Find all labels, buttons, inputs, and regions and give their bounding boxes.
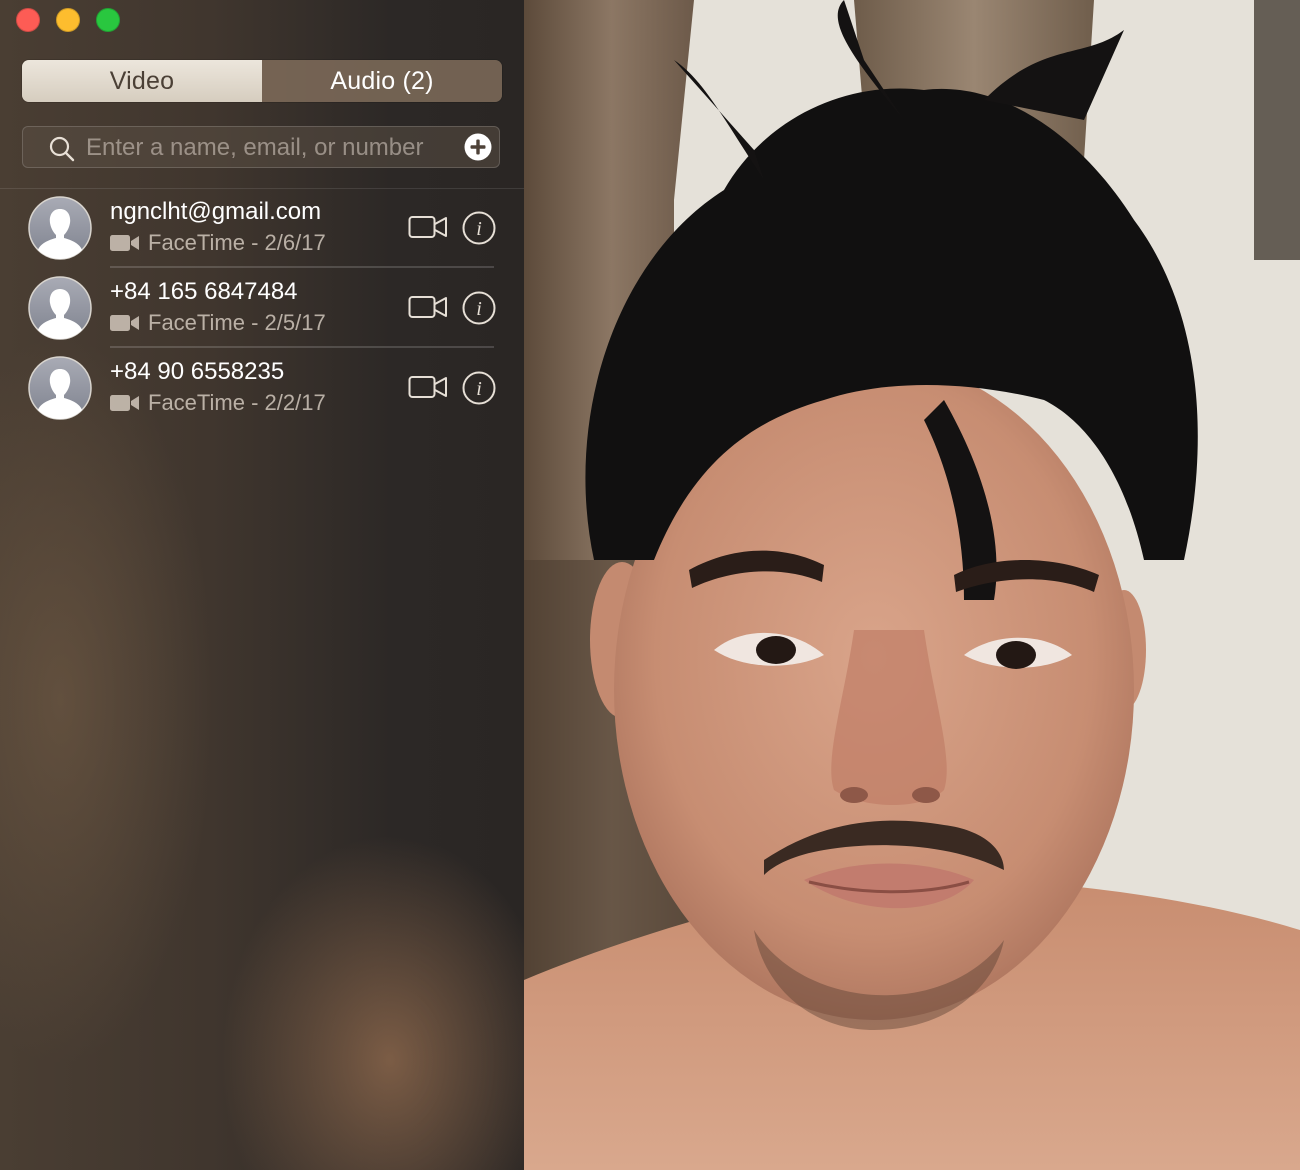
info-icon[interactable]: i bbox=[462, 371, 496, 405]
facetime-window: Video Audio (2) Enter a name, email, or … bbox=[0, 0, 1300, 1170]
contact-name: ngnclht@gmail.com bbox=[110, 198, 322, 225]
video-call-icon[interactable] bbox=[408, 294, 448, 320]
call-meta: FaceTime - 2/6/17 bbox=[110, 230, 326, 256]
minimize-button[interactable] bbox=[56, 8, 80, 32]
tab-audio[interactable]: Audio (2) bbox=[262, 60, 502, 102]
contact-name: +84 165 6847484 bbox=[110, 278, 298, 305]
plus-circle-icon[interactable] bbox=[464, 133, 492, 161]
recent-call-row[interactable]: +84 165 6847484 FaceTime - 2/5/17 i bbox=[0, 268, 524, 348]
video-camera-icon bbox=[110, 315, 139, 331]
tab-video[interactable]: Video bbox=[22, 60, 262, 102]
call-meta-text: FaceTime - 2/2/17 bbox=[148, 390, 326, 415]
recents-list: ngnclht@gmail.com FaceTime - 2/6/17 i +8… bbox=[0, 188, 524, 428]
avatar bbox=[28, 276, 92, 340]
recent-call-row[interactable]: +84 90 6558235 FaceTime - 2/2/17 i bbox=[0, 348, 524, 428]
camera-preview-image bbox=[524, 0, 1300, 1170]
search-field bbox=[22, 126, 500, 168]
zoom-button[interactable] bbox=[96, 8, 120, 32]
call-type-segmented-control: Video Audio (2) bbox=[22, 60, 502, 102]
svg-text:i: i bbox=[476, 298, 482, 320]
svg-text:i: i bbox=[476, 218, 482, 240]
avatar bbox=[28, 196, 92, 260]
window-controls bbox=[16, 8, 120, 32]
call-meta-text: FaceTime - 2/5/17 bbox=[148, 310, 326, 335]
video-camera-icon bbox=[110, 235, 139, 251]
sidebar: Video Audio (2) Enter a name, email, or … bbox=[0, 0, 524, 1170]
search-icon bbox=[49, 136, 75, 162]
svg-text:i: i bbox=[476, 378, 482, 400]
video-camera-icon bbox=[110, 395, 139, 411]
contact-name: +84 90 6558235 bbox=[110, 358, 285, 385]
info-icon[interactable]: i bbox=[462, 291, 496, 325]
camera-preview bbox=[524, 0, 1300, 1170]
video-call-icon[interactable] bbox=[408, 374, 448, 400]
avatar bbox=[28, 356, 92, 420]
call-meta-text: FaceTime - 2/6/17 bbox=[148, 230, 326, 255]
search-input[interactable] bbox=[84, 130, 458, 166]
recent-call-row[interactable]: ngnclht@gmail.com FaceTime - 2/6/17 i bbox=[0, 188, 524, 268]
call-meta: FaceTime - 2/5/17 bbox=[110, 310, 326, 336]
info-icon[interactable]: i bbox=[462, 211, 496, 245]
close-button[interactable] bbox=[16, 8, 40, 32]
call-meta: FaceTime - 2/2/17 bbox=[110, 390, 326, 416]
video-call-icon[interactable] bbox=[408, 214, 448, 240]
